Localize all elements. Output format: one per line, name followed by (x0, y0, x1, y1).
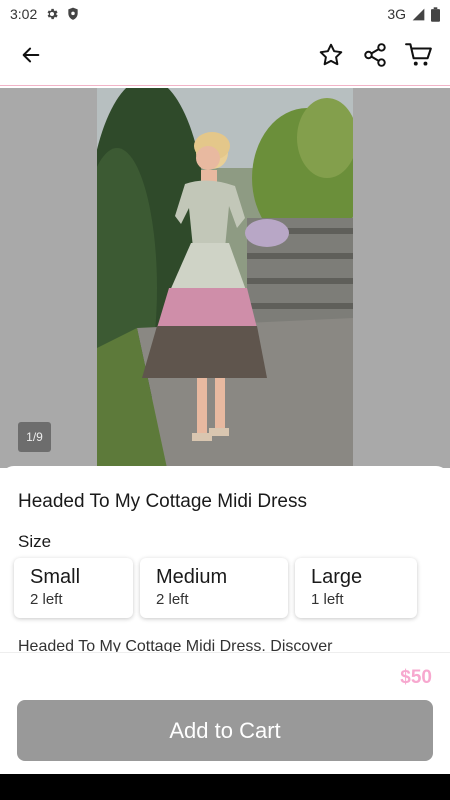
back-arrow-icon (20, 44, 42, 69)
star-icon (318, 42, 344, 71)
back-button[interactable] (10, 36, 52, 78)
network-type: 3G (387, 6, 406, 22)
size-stock: 2 left (30, 591, 63, 608)
product-photo (97, 88, 353, 468)
purchase-footer: $50 Add to Cart (0, 652, 450, 774)
size-option-large[interactable]: Large 1 left (295, 558, 417, 618)
size-name: Large (311, 566, 363, 588)
size-option-small[interactable]: Small 2 left (14, 558, 133, 618)
favorite-button[interactable] (310, 36, 352, 78)
image-counter: 1/9 (18, 422, 51, 452)
share-button[interactable] (354, 36, 396, 78)
product-image-gallery[interactable]: 1/9 (0, 88, 450, 468)
settings-icon (45, 7, 59, 21)
size-options: Small 2 left Medium 2 left Large 1 left (14, 558, 417, 618)
size-stock: 2 left (156, 591, 189, 608)
shield-icon (67, 7, 79, 21)
size-stock: 1 left (311, 591, 344, 608)
product-title: Headed To My Cottage Midi Dress (18, 491, 307, 512)
app-bar (0, 28, 450, 86)
size-option-medium[interactable]: Medium 2 left (140, 558, 288, 618)
size-name: Medium (156, 566, 228, 588)
status-bar: 3:02 3G (0, 0, 450, 28)
cart-button[interactable] (398, 36, 440, 78)
status-time: 3:02 (10, 6, 38, 22)
cart-icon (405, 42, 433, 71)
system-navigation-bar (0, 774, 450, 800)
product-details-sheet: Headed To My Cottage Midi Dress Size Sma… (0, 466, 450, 656)
size-label: Size (18, 532, 52, 551)
signal-icon (412, 8, 425, 21)
battery-icon (431, 6, 440, 22)
share-icon (362, 42, 388, 71)
add-to-cart-button[interactable]: Add to Cart (17, 700, 433, 761)
size-name: Small (30, 566, 81, 588)
price: $50 (400, 667, 432, 688)
